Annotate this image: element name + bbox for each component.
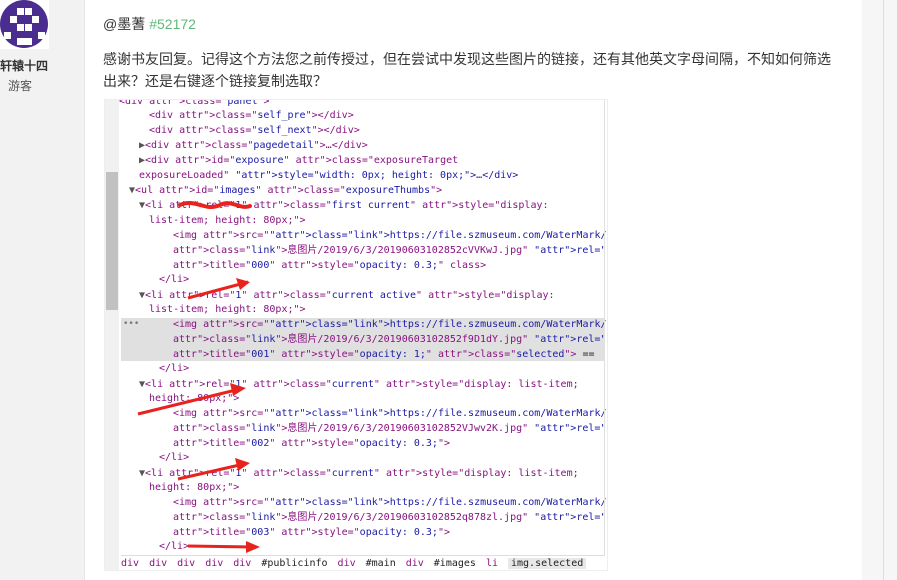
annotation-arrows xyxy=(137,201,260,553)
red-arrow-4 xyxy=(187,544,253,549)
red-arrow-2-head xyxy=(230,383,246,396)
red-arrow-1-head xyxy=(236,278,250,290)
red-arrow-2 xyxy=(137,387,241,416)
red-arrow-3-head xyxy=(235,458,250,471)
red-arrow-4-head xyxy=(246,541,260,553)
squiggle-arrow xyxy=(178,201,252,209)
red-arrow-3 xyxy=(177,462,245,481)
